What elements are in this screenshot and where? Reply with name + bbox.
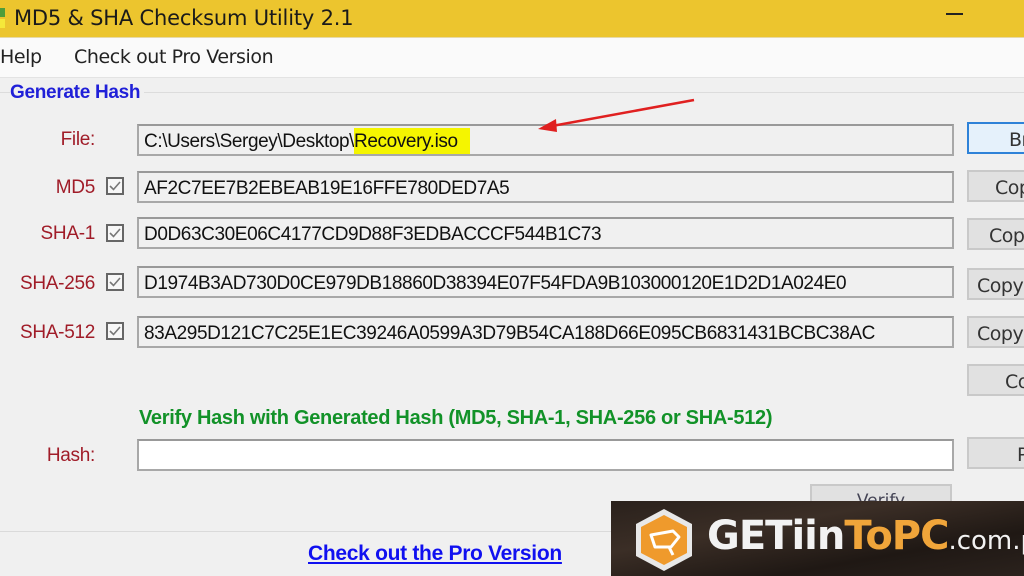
- file-path-field[interactable]: C:\Users\Sergey\Desktop\Recovery.iso: [137, 124, 954, 156]
- md5-hash-field[interactable]: AF2C7EE7B2EBEAB19E16FFE780DED7A5: [137, 171, 954, 203]
- hash-label: Hash:: [46, 445, 95, 466]
- menu-check-pro[interactable]: Check out Pro Version: [74, 46, 274, 68]
- watermark-text-domain: .com.pk: [948, 526, 1024, 556]
- copy-sha256-button[interactable]: Copy SHA-256: [967, 268, 1024, 300]
- browse-button[interactable]: Browse...: [967, 122, 1024, 154]
- copy-sha1-button[interactable]: Copy SHA-1: [967, 218, 1024, 250]
- sha1-checkbox[interactable]: [106, 224, 124, 242]
- file-label: File:: [60, 129, 96, 150]
- sha1-hash-field[interactable]: D0D63C30E06C4177CD9D88F3EDBACCCF544B1C73: [137, 217, 954, 249]
- sha512-checkbox[interactable]: [106, 322, 124, 340]
- sha512-hash-field[interactable]: 83A295D121C7C25E1EC39246A0599A3D79B54CA1…: [137, 316, 954, 348]
- md5-checkbox[interactable]: [106, 177, 124, 195]
- watermark-text-part1: GETiin: [707, 513, 845, 559]
- sha256-hash-field[interactable]: D1974B3AD730D0CE979DB18860D38394E07F54FD…: [137, 266, 954, 298]
- copy-sha512-button[interactable]: Copy SHA-512: [967, 316, 1024, 348]
- watermark-banner: GETiinToPC.com.pk: [611, 501, 1024, 576]
- menu-bar: Help Check out Pro Version: [0, 38, 1024, 78]
- window-title: MD5 & SHA Checksum Utility 2.1: [14, 6, 354, 30]
- sha512-label: SHA-512: [20, 322, 95, 343]
- watermark-text-part2: ToPC: [844, 513, 949, 559]
- copy-all-button[interactable]: Copy All: [967, 364, 1024, 396]
- group-border: [0, 92, 1024, 93]
- check-icon: [109, 228, 121, 238]
- check-icon: [109, 181, 121, 191]
- watermark-logo-icon: [636, 509, 692, 571]
- menu-help[interactable]: Help: [0, 46, 42, 68]
- sha1-label: SHA-1: [40, 223, 96, 244]
- check-icon: [109, 326, 121, 336]
- pro-version-link[interactable]: Check out the Pro Version: [308, 542, 562, 566]
- copy-md5-button[interactable]: Copy MD5: [967, 170, 1024, 202]
- generate-hash-group-title: Generate Hash: [10, 82, 145, 104]
- md5-label: MD5: [55, 177, 96, 198]
- file-path-prefix: C:\Users\Sergey\Desktop\: [144, 131, 355, 152]
- verify-section-title: Verify Hash with Generated Hash (MD5, SH…: [139, 407, 773, 429]
- file-name-highlight: Recovery.iso: [354, 128, 470, 154]
- watermark-text: GETiinToPC.com.pk: [707, 513, 1024, 559]
- app-icon: [0, 8, 5, 28]
- sha256-label: SHA-256: [20, 273, 95, 294]
- verify-hash-input[interactable]: [137, 439, 954, 471]
- check-icon: [109, 277, 121, 287]
- arrow-shaft: [551, 98, 695, 128]
- paste-button[interactable]: Paste: [967, 437, 1024, 469]
- sha256-checkbox[interactable]: [106, 273, 124, 291]
- title-bar: MD5 & SHA Checksum Utility 2.1: [0, 0, 1024, 38]
- minimize-icon[interactable]: [946, 13, 963, 15]
